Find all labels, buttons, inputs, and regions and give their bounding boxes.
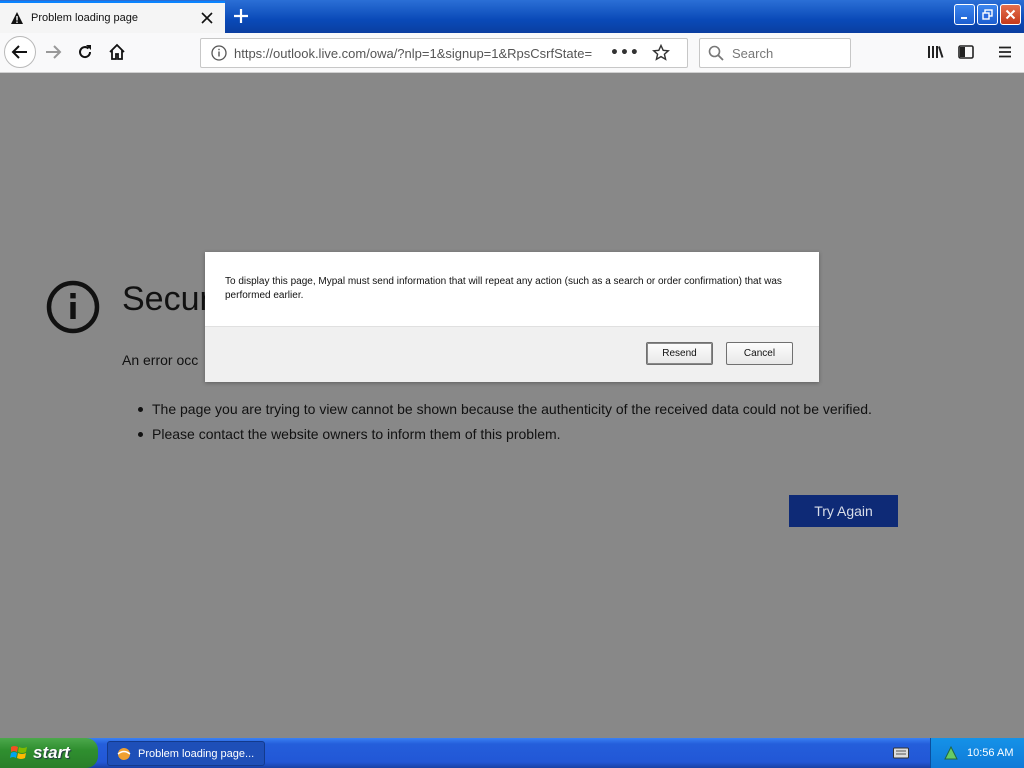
start-label: start <box>33 743 70 762</box>
browser-app-icon <box>117 747 131 760</box>
new-tab-icon[interactable] <box>230 5 252 27</box>
minimize-icon[interactable] <box>954 4 975 25</box>
restore-icon[interactable] <box>977 4 998 25</box>
back-button[interactable] <box>4 36 36 68</box>
menu-button[interactable] <box>990 37 1020 67</box>
sidebar-icon <box>958 45 974 59</box>
title-bar: Problem loading page <box>0 0 1024 33</box>
tab-problem-loading-page[interactable]: Problem loading page <box>0 1 225 33</box>
taskbar: start Problem loading page... 10:56 AM <box>0 738 1024 768</box>
error-info-icon <box>46 280 100 334</box>
forward-button[interactable] <box>38 37 68 67</box>
list-item: The page you are trying to view cannot b… <box>138 400 878 418</box>
search-icon <box>708 45 724 61</box>
search-input[interactable] <box>732 45 842 61</box>
page-title: Secur <box>122 280 211 318</box>
tab-title: Problem loading page <box>31 12 139 24</box>
windows-flag-icon <box>10 746 27 759</box>
library-button[interactable] <box>920 37 950 67</box>
keyboard-icon[interactable] <box>893 746 909 760</box>
taskbar-item-browser[interactable]: Problem loading page... <box>107 741 265 766</box>
error-details-list: The page you are trying to view cannot b… <box>138 400 878 450</box>
forward-arrow-icon <box>46 45 62 59</box>
resend-button[interactable]: Resend <box>646 342 713 365</box>
dialog-message: To display this page, Mypal must send in… <box>225 276 782 301</box>
sidebar-button[interactable] <box>951 37 981 67</box>
error-description: An error occ <box>122 352 199 368</box>
resend-dialog: To display this page, Mypal must send in… <box>205 252 819 382</box>
search-box[interactable] <box>699 38 851 68</box>
taskbar-item-label: Problem loading page... <box>138 747 255 760</box>
tab-close-icon[interactable] <box>197 8 217 28</box>
url-bar[interactable]: https://outlook.live.com/owa/?nlp=1&sign… <box>200 38 688 68</box>
back-arrow-icon <box>11 45 27 59</box>
reload-icon <box>79 45 92 59</box>
page-content: Secur An error occ The page you are tryi… <box>0 74 1024 738</box>
start-button[interactable]: start <box>0 738 98 768</box>
dialog-footer: Resend Cancel <box>205 326 819 382</box>
library-icon <box>928 46 944 58</box>
clock: 10:56 AM <box>967 747 1014 759</box>
network-icon[interactable] <box>943 745 959 761</box>
try-again-button[interactable]: Try Again <box>789 495 898 527</box>
hamburger-menu-icon <box>999 46 1011 58</box>
info-icon[interactable] <box>210 44 228 62</box>
warning-icon <box>10 11 24 25</box>
window-close-icon[interactable] <box>1000 4 1021 25</box>
system-tray: 10:56 AM <box>930 738 1024 768</box>
home-icon <box>109 43 125 60</box>
window-controls <box>954 4 1021 25</box>
reload-button[interactable] <box>70 37 100 67</box>
cancel-button[interactable]: Cancel <box>726 342 793 365</box>
list-item: Please contact the website owners to inf… <box>138 425 878 443</box>
home-button[interactable] <box>102 37 132 67</box>
page-actions-menu-icon[interactable]: ••• <box>610 45 640 61</box>
bookmark-star-icon[interactable] <box>651 44 670 62</box>
url-text[interactable]: https://outlook.live.com/owa/?nlp=1&sign… <box>234 46 604 61</box>
nav-toolbar: https://outlook.live.com/owa/?nlp=1&sign… <box>0 33 1024 73</box>
